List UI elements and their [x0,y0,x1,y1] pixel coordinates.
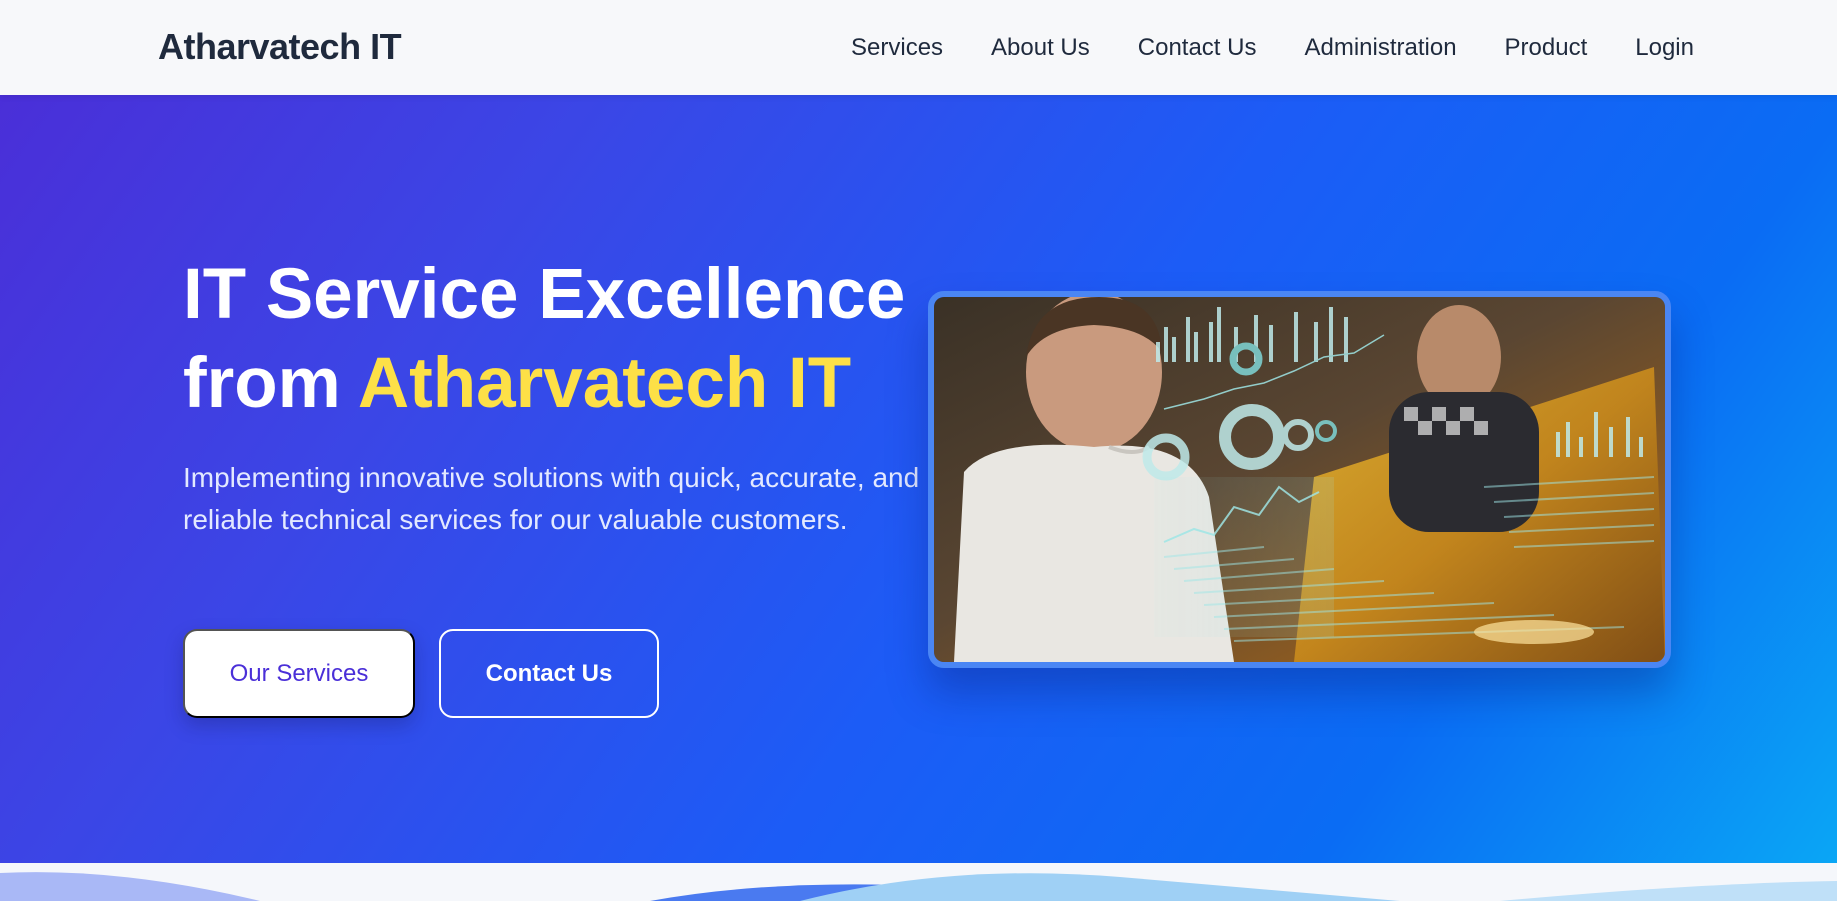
nav-link-administration[interactable]: Administration [1304,34,1456,62]
nav-link-services[interactable]: Services [851,34,943,62]
top-navbar: Atharvatech IT Services About Us Contact… [0,0,1837,95]
headline-line-1: IT Service Excellence [183,255,906,334]
brand-logo-text[interactable]: Atharvatech IT [158,26,402,68]
our-services-button[interactable]: Our Services [183,629,415,718]
headline-from: from [183,344,341,423]
nav-link-contact-us[interactable]: Contact Us [1138,34,1257,62]
contact-us-button[interactable]: Contact Us [439,629,659,718]
hero-image [928,291,1671,668]
headline-brand-accent: Atharvatech IT [357,344,852,423]
wave-decoration [0,872,1837,901]
nav-link-login[interactable]: Login [1635,34,1694,62]
nav-link-about-us[interactable]: About Us [991,34,1090,62]
hero-headline: IT Service Excellence from Atharvatech I… [183,250,905,428]
developers-at-work-illustration [934,297,1665,662]
hero-subtext: Implementing innovative solutions with q… [183,462,920,535]
hero-section: IT Service Excellence from Atharvatech I… [0,95,1837,863]
nav-link-product[interactable]: Product [1505,34,1588,62]
main-nav: Services About Us Contact Us Administrat… [851,34,1694,62]
wave-divider [0,863,1837,901]
